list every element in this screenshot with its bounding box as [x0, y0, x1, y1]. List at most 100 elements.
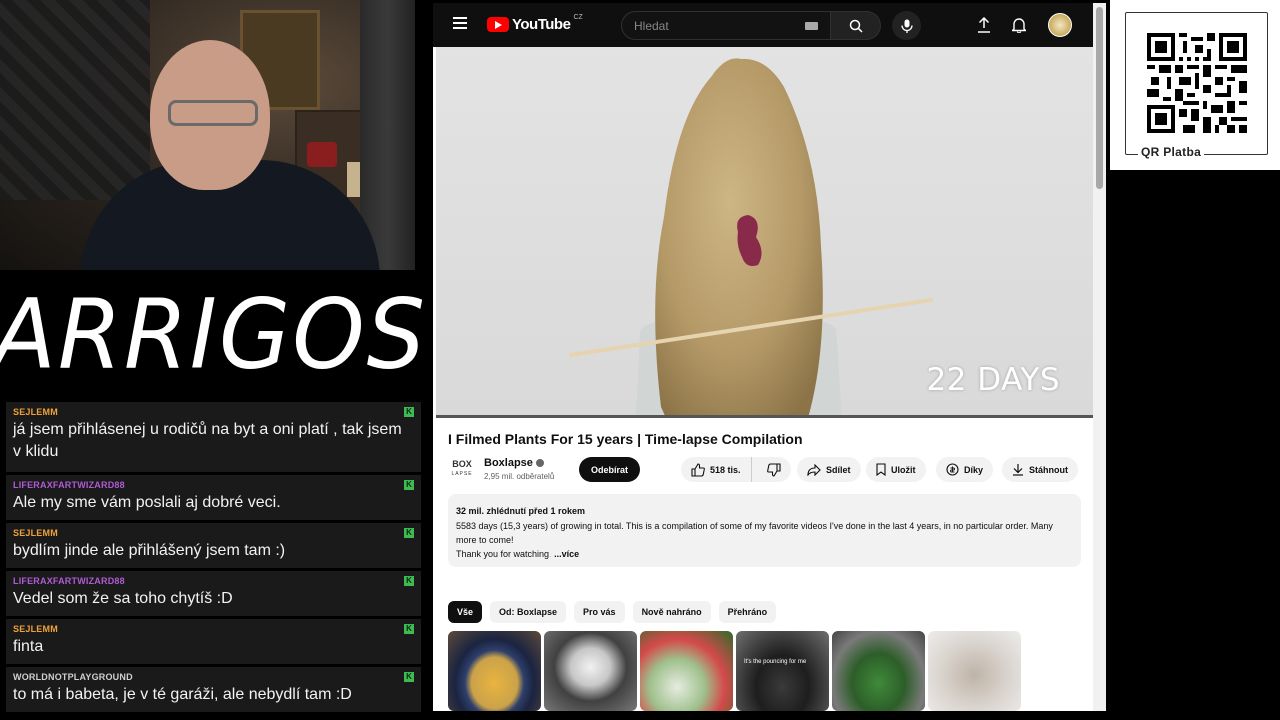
account-avatar[interactable] — [1048, 13, 1072, 37]
kick-badge-icon: K — [404, 407, 414, 417]
kick-badge-icon: K — [404, 576, 414, 586]
qr-code-icon — [1147, 33, 1247, 133]
chat-message: LIFERAXFARTWIZARD88 K Vedel som že sa to… — [6, 571, 421, 616]
video-title: I Filmed Plants For 15 years | Time-laps… — [448, 431, 803, 447]
notifications-button[interactable] — [1009, 15, 1029, 35]
recommended-thumbnail[interactable] — [640, 631, 733, 711]
country-code: CZ — [573, 14, 583, 21]
thumbs-down-icon — [766, 462, 781, 477]
recommended-thumbnail[interactable] — [928, 631, 1021, 711]
channel-name-text: Boxlapse — [484, 457, 533, 469]
qr-frame — [1125, 12, 1268, 155]
chip-recently-uploaded[interactable]: Nově nahráno — [632, 601, 711, 623]
recommended-thumbnail[interactable] — [448, 631, 541, 711]
chip-for-you[interactable]: Pro vás — [574, 601, 625, 623]
microphone-icon — [900, 19, 913, 33]
logo-text: ARRIGOS — [0, 277, 428, 391]
description-line: Thank you for watching. ...více — [456, 547, 1073, 561]
chat-text: já jsem přihlásenej u rodičů na byt a on… — [13, 421, 402, 460]
voice-search-button[interactable] — [892, 11, 921, 40]
chat-message: LIFERAXFARTWIZARD88 K Ale my sme vám pos… — [6, 475, 421, 520]
chat-username: LIFERAXFARTWIZARD88 — [13, 480, 125, 490]
chat-panel: SEJLEMM K já jsem přihlásenej u rodičů n… — [6, 402, 421, 716]
recommended-thumbnail[interactable] — [544, 631, 637, 711]
save-button[interactable]: Uložit — [866, 457, 926, 482]
chat-username: SEJLEMM — [13, 624, 58, 634]
thanks-label: Díky — [964, 464, 984, 475]
channel-name[interactable]: Boxlapse — [484, 457, 544, 469]
acoustic-foam — [0, 0, 150, 200]
like-button[interactable]: 518 tis. — [681, 457, 752, 482]
verified-icon — [535, 459, 544, 468]
youtube-play-icon — [487, 17, 509, 32]
youtube-logo[interactable]: YouTube CZ — [487, 14, 583, 33]
download-icon — [1013, 464, 1023, 476]
chat-username: SEJLEMM — [13, 528, 58, 538]
search-button[interactable] — [831, 11, 881, 40]
kick-badge-icon: K — [404, 672, 414, 682]
youtube-window: YouTube CZ Hledat 22 DAYS I Filmed Plant… — [433, 3, 1106, 711]
video-player[interactable]: 22 DAYS — [436, 47, 1093, 418]
streamer-glasses — [168, 100, 258, 126]
thanks-button[interactable]: Díky — [936, 457, 994, 482]
chat-message: SEJLEMM K já jsem přihlásenej u rodičů n… — [6, 402, 421, 472]
chip-all[interactable]: Vše — [448, 601, 483, 623]
dislike-button[interactable] — [757, 457, 791, 482]
recommended-thumbnail[interactable] — [832, 631, 925, 711]
like-count: 518 tis. — [710, 464, 741, 475]
video-overlay-text: 22 DAYS — [926, 362, 1060, 398]
share-icon — [807, 463, 821, 476]
recommended-videos: It's the pouncing for me — [448, 631, 1021, 711]
recommended-thumbnail[interactable]: It's the pouncing for me — [736, 631, 829, 711]
thumbnail-caption: It's the pouncing for me — [744, 659, 807, 665]
keyboard-icon[interactable] — [805, 22, 818, 30]
description-fade: . — [549, 549, 552, 559]
video-progress-bar[interactable] — [436, 415, 1093, 418]
thumbs-up-icon — [691, 462, 705, 477]
upload-icon — [978, 17, 990, 33]
view-count-date: 32 mil. zhlédnutí před 1 rokem — [456, 506, 586, 516]
thanks-icon — [946, 463, 959, 476]
chat-username: SEJLEMM — [13, 407, 58, 417]
chip-watched[interactable]: Přehráno — [718, 601, 777, 623]
youtube-brand: YouTube — [512, 16, 571, 33]
chip-from-channel[interactable]: Od: Boxlapse — [490, 601, 567, 623]
share-button[interactable]: Sdílet — [797, 457, 861, 482]
bell-icon — [1012, 18, 1026, 33]
subscribe-button[interactable]: Odebírat — [579, 457, 640, 482]
video-description[interactable]: 32 mil. zhlédnutí před 1 rokem 5583 days… — [448, 494, 1081, 567]
channel-logo-sub: LAPSE — [451, 471, 473, 477]
chat-text: bydlím jinde ale přihlášený jsem tam :) — [13, 542, 286, 559]
description-text-2: Thank you for watching — [456, 549, 550, 559]
recommendation-chips: Vše Od: Boxlapse Pro vás Nově nahráno Př… — [448, 601, 777, 623]
description-text: 5583 days (15,3 years) of growing in tot… — [456, 521, 1053, 545]
scrollbar-thumb[interactable] — [1096, 7, 1103, 189]
kick-badge-icon: K — [404, 528, 414, 538]
kick-badge-icon: K — [404, 480, 414, 490]
bookmark-icon — [876, 463, 886, 476]
download-button[interactable]: Stáhnout — [1002, 457, 1078, 482]
qr-payment-panel: QR Platba — [1110, 0, 1280, 170]
youtube-header: YouTube CZ — [433, 3, 1093, 47]
kick-badge-icon: K — [404, 624, 414, 634]
chat-message: WORLDNOTPLAYGROUND K to má i babeta, je … — [6, 667, 421, 712]
menu-icon[interactable] — [453, 17, 467, 29]
channel-logo: ARRIGOS — [0, 270, 425, 398]
create-button[interactable] — [974, 15, 994, 35]
search-input[interactable] — [621, 11, 831, 40]
channel-logo-text: BOX — [452, 459, 472, 469]
chat-text: Vedel som že sa toho chytíš :D — [13, 590, 233, 607]
webcam-feed — [0, 0, 415, 270]
chat-username: LIFERAXFARTWIZARD88 — [13, 576, 125, 586]
channel-avatar[interactable]: BOX LAPSE — [448, 459, 476, 483]
chat-text: to má i babeta, je v té garáži, ale neby… — [13, 686, 352, 703]
show-more-link[interactable]: ...více — [554, 549, 579, 559]
search-icon — [849, 19, 863, 33]
stream-layout: ARRIGOS SEJLEMM K já jsem přihlásenej u … — [0, 0, 1280, 720]
chat-message: SEJLEMM K finta — [6, 619, 421, 664]
shelf-item — [307, 142, 337, 167]
download-label: Stáhnout — [1029, 464, 1068, 475]
chat-text: finta — [13, 638, 44, 655]
save-label: Uložit — [891, 464, 916, 475]
page-scrollbar[interactable] — [1093, 3, 1106, 711]
